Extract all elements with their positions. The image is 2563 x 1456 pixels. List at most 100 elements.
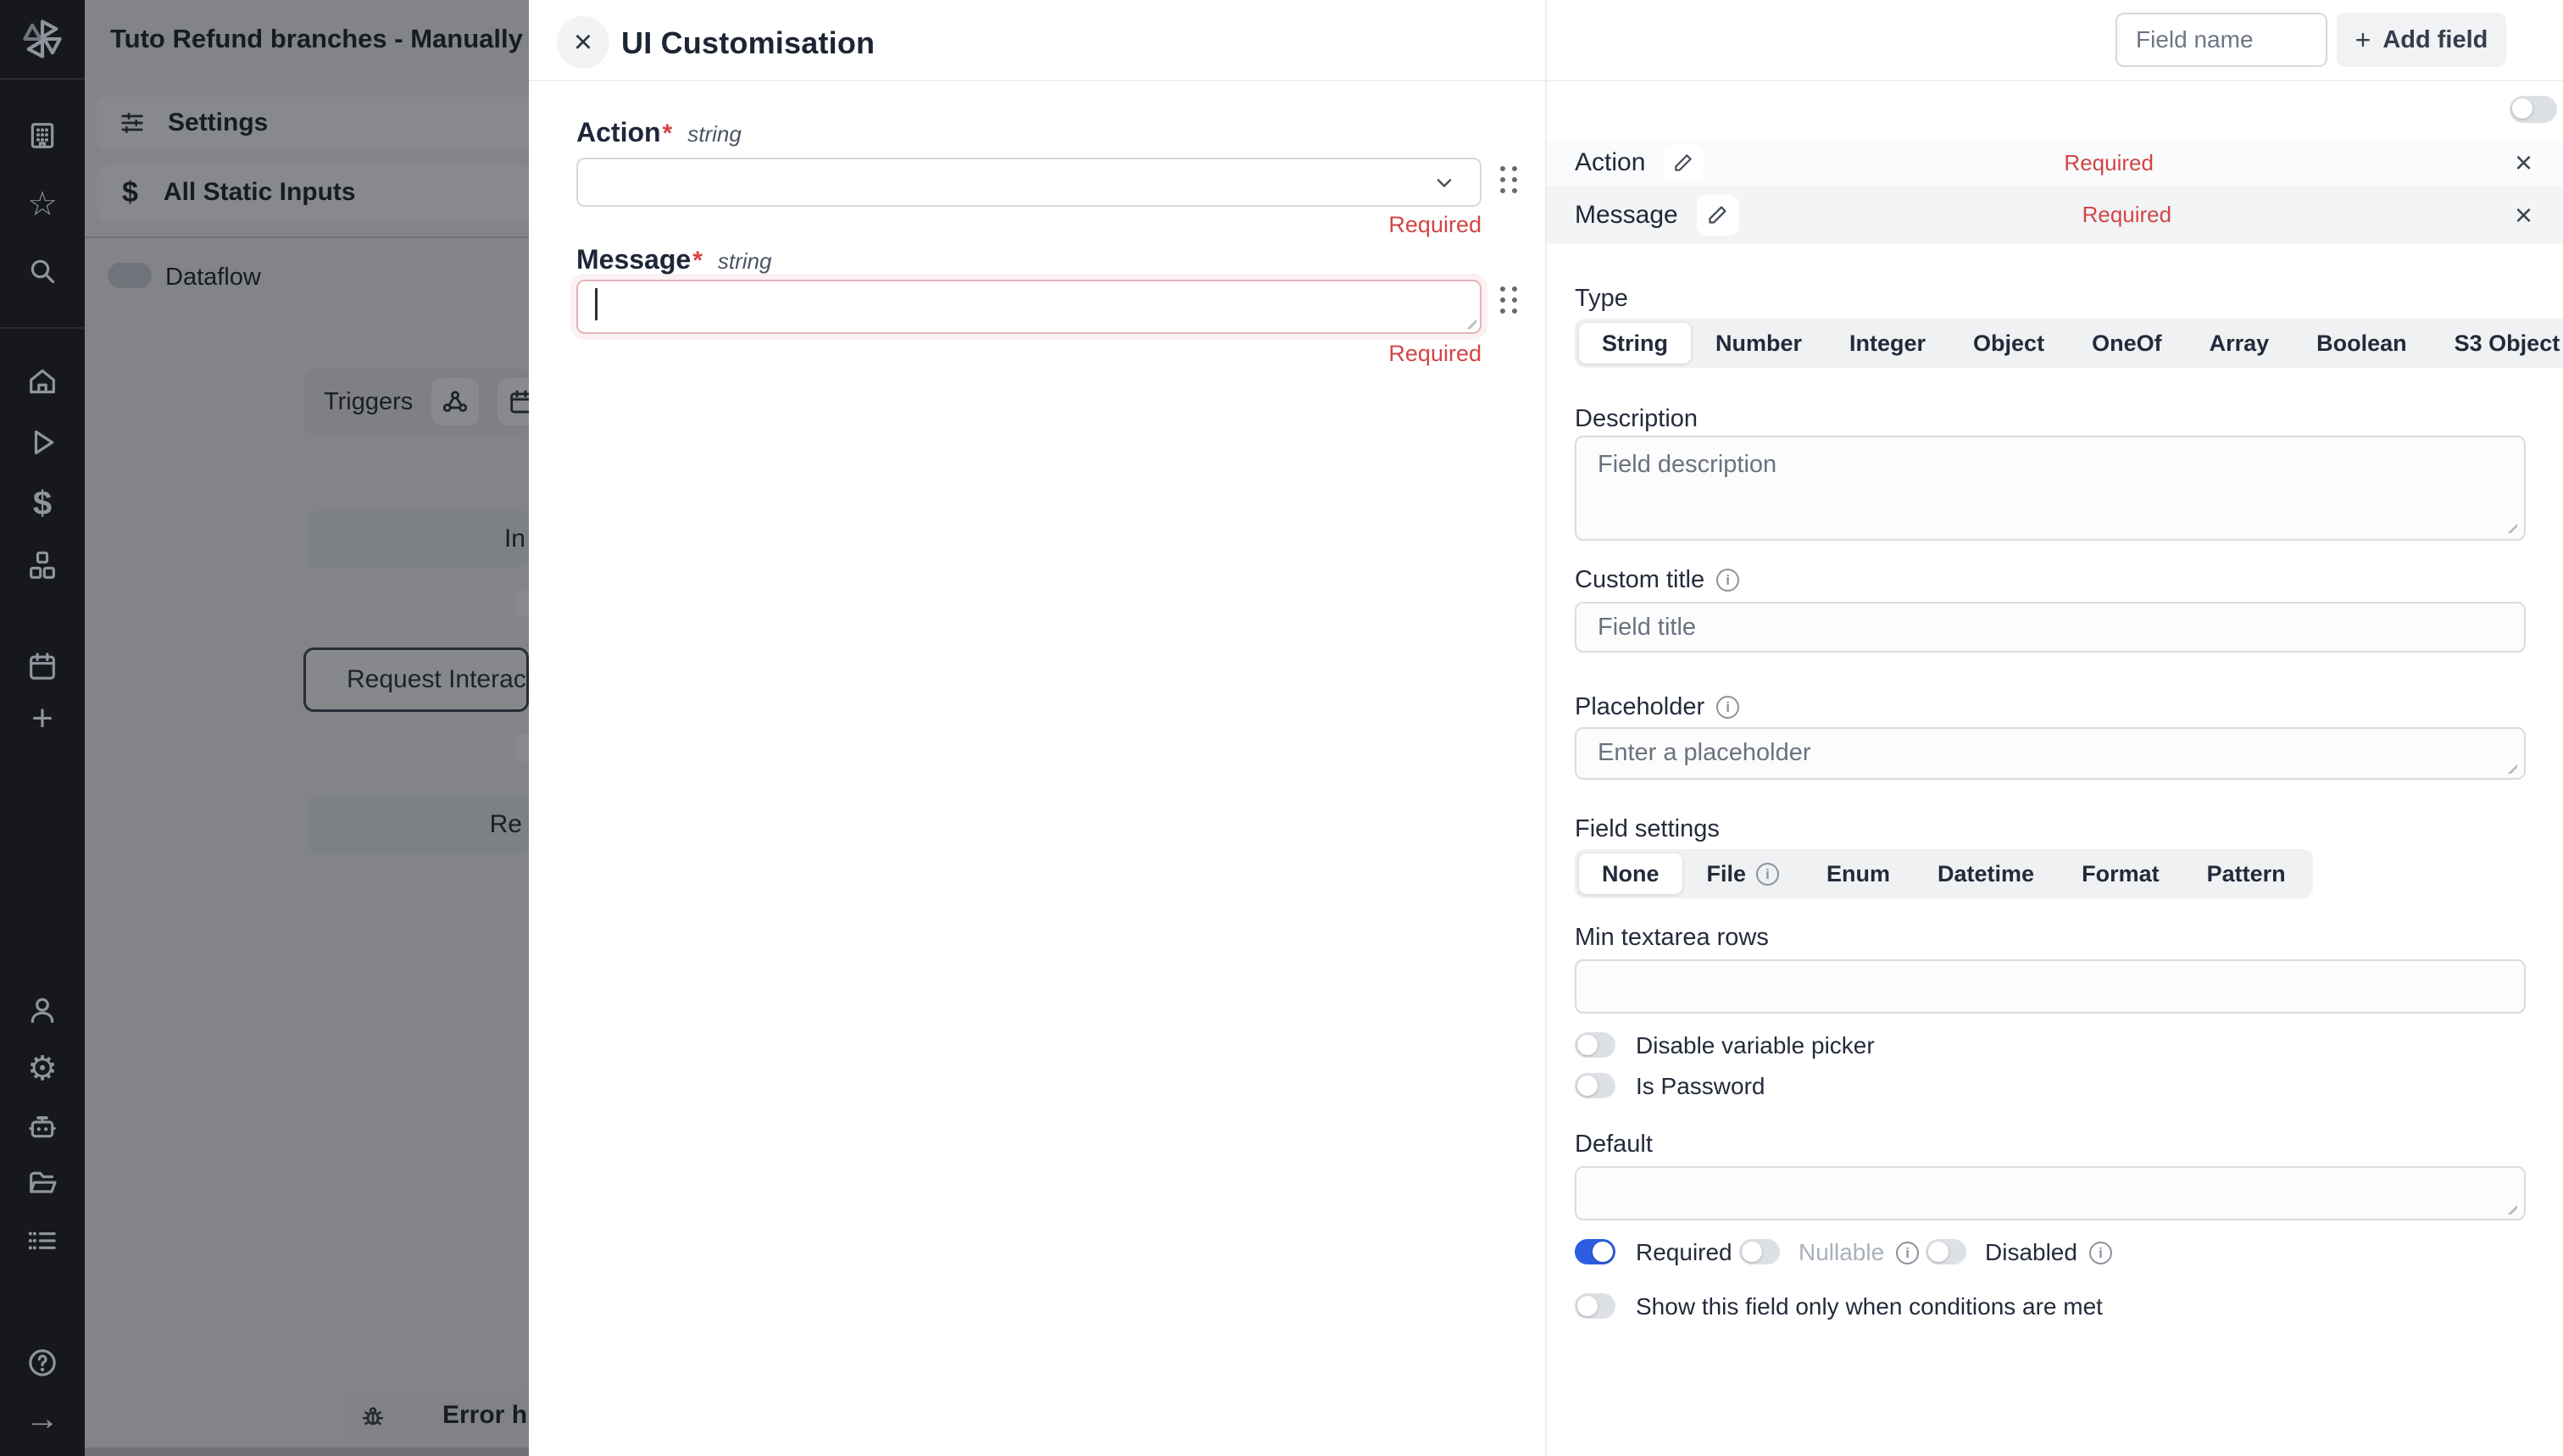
action-drag-handle[interactable] — [1500, 166, 1517, 193]
default-textarea[interactable] — [1575, 1166, 2526, 1220]
runs-play-icon[interactable] — [0, 425, 85, 459]
conditions-toggle-label: Show this field only when conditions are… — [1636, 1294, 2103, 1320]
schedule-calendar-icon[interactable] — [0, 649, 85, 683]
placeholder-label: Placeholder — [1575, 693, 1704, 721]
fs-option-enum[interactable]: Enum — [1804, 853, 1913, 894]
home-icon[interactable] — [0, 364, 85, 398]
add-plus-icon[interactable]: + — [0, 702, 85, 736]
action-field-label: Action — [576, 117, 661, 148]
user-profile-icon[interactable] — [0, 993, 85, 1027]
message-drag-handle[interactable] — [1500, 286, 1517, 314]
robot-agent-icon[interactable] — [0, 1109, 85, 1143]
info-icon[interactable]: i — [1716, 569, 1739, 592]
type-option-array[interactable]: Array — [2187, 323, 2293, 364]
modal-close-button[interactable]: × — [557, 16, 609, 69]
disable-variable-picker-label: Disable variable picker — [1636, 1033, 1875, 1059]
type-label: Type — [1575, 285, 1628, 313]
custom-title-label-row: Custom title i — [1575, 566, 1739, 594]
rename-field-button[interactable] — [1697, 195, 1739, 236]
description-label: Description — [1575, 405, 1698, 433]
chevron-down-icon — [1432, 171, 1456, 195]
star-glyph: ☆ — [27, 187, 58, 221]
fs-option-datetime[interactable]: Datetime — [1915, 853, 2057, 894]
action-select[interactable] — [576, 158, 1482, 207]
type-segmented-control: String Number Integer Object OneOf Array… — [1575, 319, 2563, 368]
field-row-name: Message — [1575, 201, 1678, 230]
rename-field-button[interactable] — [1664, 145, 1703, 181]
folder-icon[interactable] — [0, 1166, 85, 1200]
default-label: Default — [1575, 1131, 1653, 1159]
disable-variable-picker-toggle[interactable] — [1575, 1032, 1615, 1058]
type-option-s3object[interactable]: S3 Object — [2432, 323, 2563, 364]
gear-glyph: ⚙ — [27, 1052, 58, 1086]
required-asterisk: * — [663, 119, 673, 148]
min-textarea-rows-input[interactable] — [1575, 959, 2526, 1014]
search-icon[interactable] — [0, 254, 85, 288]
field-row-name: Action — [1575, 148, 1645, 177]
json-editor-toggle[interactable] — [2510, 96, 2557, 123]
info-icon[interactable]: i — [2089, 1242, 2112, 1264]
pencil-icon — [1706, 203, 1729, 226]
message-required-text: Required — [576, 341, 1482, 367]
remove-field-icon[interactable]: × — [2515, 197, 2532, 233]
app-sidebar: ☆ $ + ⚙ → — [0, 0, 85, 1456]
conditions-toggle[interactable] — [1575, 1293, 1615, 1319]
workspace-icon[interactable] — [0, 119, 85, 153]
description-textarea[interactable] — [1575, 436, 2526, 541]
settings-gear-icon[interactable]: ⚙ — [0, 1052, 85, 1086]
required-toggle-label: Required — [1636, 1240, 1732, 1265]
disabled-toggle[interactable] — [1926, 1239, 1966, 1264]
field-row-message[interactable]: Message Required × — [1547, 187, 2563, 243]
required-toggle[interactable] — [1575, 1239, 1615, 1264]
field-settings-label: Field settings — [1575, 815, 1720, 843]
ui-customisation-modal: × UI Customisation + Add field Action * … — [529, 0, 2563, 1456]
integrations-cubes-icon[interactable] — [0, 548, 85, 582]
modal-backdrop-overlay[interactable] — [85, 0, 529, 1456]
type-option-number[interactable]: Number — [1693, 323, 1825, 364]
modal-title: UI Customisation — [621, 25, 875, 61]
placeholder-textarea[interactable] — [1575, 727, 2526, 780]
list-icon[interactable] — [0, 1224, 85, 1258]
resize-handle-icon[interactable] — [1462, 314, 1476, 329]
billing-dollar-icon[interactable]: $ — [0, 486, 85, 520]
dollar-glyph: $ — [33, 486, 52, 520]
min-textarea-rows-label: Min textarea rows — [1575, 924, 1769, 952]
app-root: { "app": { "workflow_title": "Tuto Refun… — [0, 0, 2563, 1456]
arrow-right-glyph: → — [25, 1402, 59, 1436]
help-icon[interactable] — [0, 1346, 85, 1380]
fs-option-file-label: File — [1707, 861, 1747, 887]
field-settings-segmented-control: None Filei Enum Datetime Format Pattern — [1575, 849, 2313, 898]
disabled-toggle-label: Disabled — [1985, 1239, 2077, 1266]
message-field-type: string — [718, 248, 772, 275]
message-field-label: Message — [576, 244, 691, 275]
is-password-label: Is Password — [1636, 1074, 1765, 1099]
message-textarea[interactable] — [576, 280, 1482, 334]
field-row-status: Required — [2064, 150, 2154, 176]
fs-option-file[interactable]: Filei — [1684, 853, 1803, 894]
remove-field-icon[interactable]: × — [2515, 145, 2532, 181]
type-option-boolean[interactable]: Boolean — [2293, 323, 2430, 364]
is-password-toggle[interactable] — [1575, 1073, 1615, 1098]
nullable-toggle[interactable] — [1739, 1239, 1780, 1264]
type-option-string[interactable]: String — [1579, 323, 1691, 364]
fs-option-none[interactable]: None — [1579, 853, 1682, 894]
sidebar-divider — [0, 327, 85, 329]
app-logo-icon[interactable] — [0, 17, 85, 61]
nullable-toggle-label: Nullable — [1799, 1239, 1884, 1266]
field-row-action[interactable]: Action Required × — [1547, 139, 2563, 187]
favorites-star-icon[interactable]: ☆ — [0, 186, 85, 222]
action-field-type: string — [687, 121, 742, 147]
required-asterisk: * — [692, 247, 703, 275]
type-option-oneof[interactable]: OneOf — [2069, 323, 2185, 364]
type-option-integer[interactable]: Integer — [1826, 323, 1949, 364]
close-icon: × — [574, 25, 592, 61]
collapse-arrow-icon[interactable]: → — [0, 1402, 85, 1436]
fs-option-pattern[interactable]: Pattern — [2184, 853, 2309, 894]
action-required-text: Required — [576, 212, 1482, 238]
fs-option-format[interactable]: Format — [2059, 853, 2182, 894]
custom-title-input[interactable] — [1575, 602, 2526, 653]
type-option-object[interactable]: Object — [1950, 323, 2067, 364]
info-icon[interactable]: i — [1716, 696, 1739, 719]
info-icon[interactable]: i — [1896, 1242, 1919, 1264]
sidebar-divider — [0, 78, 85, 80]
